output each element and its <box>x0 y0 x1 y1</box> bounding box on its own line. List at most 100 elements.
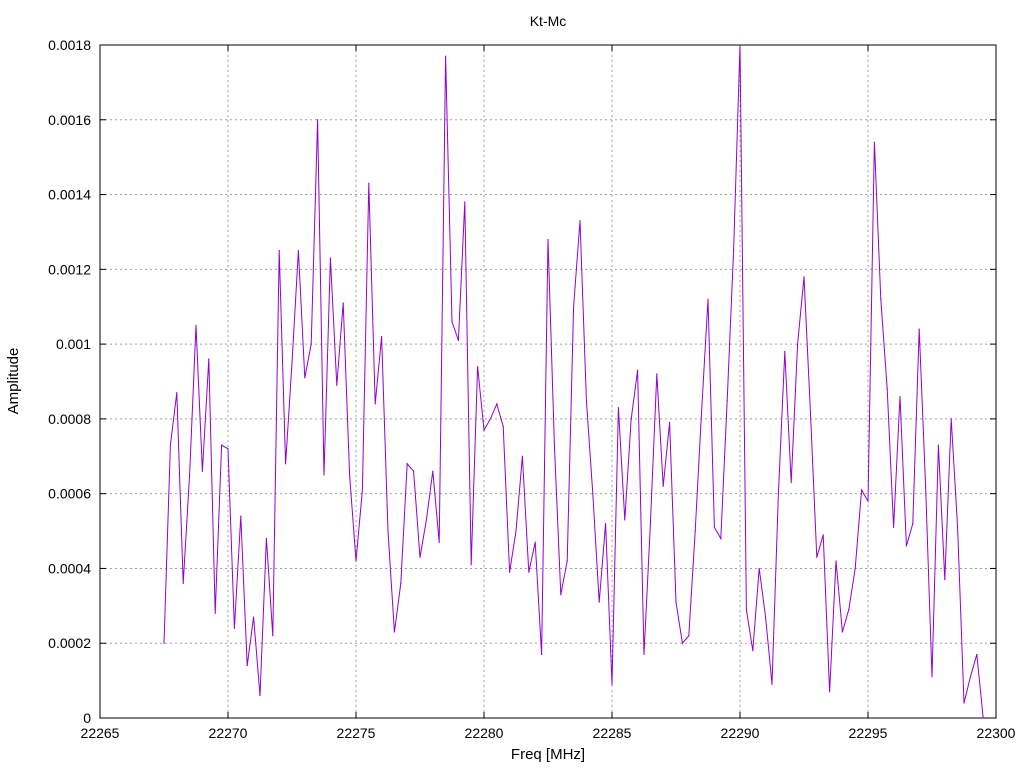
data-point <box>265 537 267 540</box>
data-point <box>797 343 799 345</box>
data-point <box>982 717 984 719</box>
x-tick-labels: 22265 22270 22275 22280 22285 22290 22295 22300 <box>81 725 1016 741</box>
data-point <box>496 403 498 405</box>
data-point <box>361 489 363 491</box>
data-point <box>624 519 626 521</box>
data-point <box>368 182 370 184</box>
data-point <box>233 627 235 629</box>
data-point <box>630 418 632 420</box>
data-point <box>707 298 709 300</box>
y-tick-label: 0 <box>83 710 91 726</box>
data-point <box>445 55 447 57</box>
data-point <box>201 470 203 472</box>
data-point <box>464 201 466 203</box>
x-tick-label: 22265 <box>81 725 120 741</box>
data-point <box>515 530 517 532</box>
data-point <box>771 683 773 685</box>
x-tick-label: 22270 <box>209 725 248 741</box>
data-point <box>195 324 197 327</box>
data-point <box>336 384 338 386</box>
data-point <box>176 392 178 394</box>
data-point <box>957 526 959 528</box>
data-point <box>688 635 690 637</box>
data-point <box>701 410 703 413</box>
chart-canvas: 22265 22270 22275 22280 22285 22290 22295 22300… <box>5 13 1016 763</box>
data-point <box>790 481 792 484</box>
data-point <box>457 339 459 341</box>
data-point <box>854 567 856 570</box>
data-point <box>477 365 479 368</box>
data-point <box>893 526 895 528</box>
data-point <box>886 388 888 390</box>
data-point <box>425 519 427 521</box>
data-point <box>637 369 639 371</box>
data-point <box>534 541 536 543</box>
data-point <box>342 302 344 304</box>
x-tick-label: 22285 <box>593 725 632 741</box>
data-point <box>489 418 491 420</box>
data-point <box>605 522 607 525</box>
x-tick-label: 22280 <box>465 725 504 741</box>
data-point <box>553 444 556 446</box>
y-tick-label: 0.001 <box>56 336 91 352</box>
data-point <box>918 328 920 330</box>
data-point <box>285 463 287 465</box>
data-point <box>829 691 831 693</box>
y-axis-label: Amplitude <box>5 348 22 415</box>
data-point <box>822 534 824 536</box>
data-point <box>214 612 216 614</box>
data-point <box>713 526 716 528</box>
data-point <box>317 119 319 121</box>
data-point <box>163 642 165 644</box>
data-point <box>310 343 312 345</box>
data-point <box>675 601 677 603</box>
x-tick-label: 22275 <box>337 725 376 741</box>
data-point <box>329 257 331 259</box>
data-point <box>585 399 588 401</box>
series-layer <box>163 44 984 719</box>
data-point <box>925 485 927 487</box>
data-point <box>573 306 575 308</box>
data-point <box>662 485 664 487</box>
y-tick-label: 0.0006 <box>48 486 91 502</box>
data-point <box>873 141 876 143</box>
data-point <box>259 694 261 697</box>
data-point <box>784 350 786 353</box>
data-point <box>944 579 946 581</box>
x-tick-label: 22290 <box>721 725 760 741</box>
y-tick-label: 0.0002 <box>48 635 91 651</box>
data-point <box>681 642 684 644</box>
data-point <box>861 489 863 491</box>
data-point <box>419 556 421 558</box>
chart-title: Kt-Mc <box>530 13 567 29</box>
data-point <box>950 418 952 420</box>
data-point <box>643 653 645 656</box>
y-tick-label: 0.0014 <box>48 187 91 203</box>
data-point <box>816 556 818 558</box>
data-point <box>393 631 395 633</box>
data-point <box>656 373 658 375</box>
data-point <box>189 474 191 476</box>
data-point <box>246 665 248 667</box>
data-point <box>880 298 882 300</box>
data-point <box>649 522 652 525</box>
data-point <box>387 530 389 532</box>
data-point <box>432 470 434 472</box>
data-point <box>221 444 223 446</box>
data-point <box>931 676 933 678</box>
data-point <box>899 395 901 398</box>
data-point <box>694 530 696 532</box>
data-point <box>745 608 748 611</box>
data-point <box>566 560 568 562</box>
data-point <box>451 321 453 323</box>
data-point <box>739 44 741 46</box>
data-point <box>502 425 504 427</box>
data-point <box>547 238 549 241</box>
data-point <box>253 616 255 618</box>
series-line <box>163 44 984 719</box>
data-point <box>169 444 171 446</box>
y-tick-label: 0.0004 <box>48 560 91 576</box>
data-point <box>227 448 229 450</box>
data-point <box>381 336 383 338</box>
data-point <box>272 635 274 637</box>
